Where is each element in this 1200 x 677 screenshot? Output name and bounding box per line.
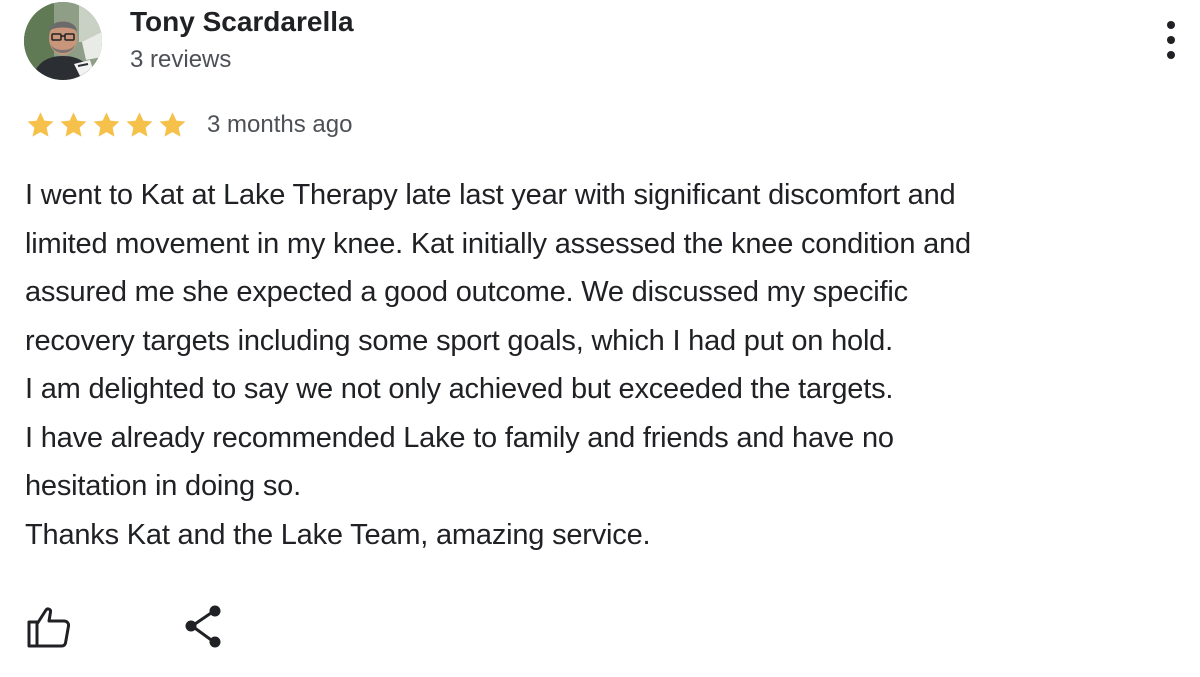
review-line: I have already recommended Lake to famil… (25, 421, 894, 454)
share-icon (185, 605, 221, 648)
review-date: 3 months ago (207, 111, 353, 138)
share-button[interactable] (180, 602, 230, 652)
rating-row: 3 months ago (24, 108, 352, 142)
review-line: I went to Kat at Lake Therapy late last … (25, 179, 956, 211)
review-line: hesitation in doing so. (25, 470, 301, 502)
review-line: I am delighted to say we not only achiev… (25, 373, 894, 405)
star-icon (27, 112, 54, 137)
reviewer-review-count[interactable]: 3 reviews (130, 45, 231, 75)
review-line: assured me she expected a good outcome. … (25, 276, 908, 308)
review-card: Tony Scardarella 3 reviews 3 months ago … (0, 0, 1200, 677)
more-vertical-icon (1167, 21, 1175, 59)
star-icon (126, 112, 153, 137)
profile-photo-icon (24, 2, 102, 80)
review-line: limited movement in my knee. Kat initial… (25, 227, 971, 260)
star-rating (24, 109, 189, 141)
review-text: I went to Kat at Lake Therapy late last … (25, 171, 1185, 559)
star-icon (93, 112, 120, 137)
thumbs-up-icon (27, 607, 71, 648)
star-icon (159, 112, 186, 137)
more-options-button[interactable] (1156, 16, 1186, 66)
like-button[interactable] (24, 602, 74, 652)
review-line: Thanks Kat and the Lake Team, amazing se… (25, 518, 651, 551)
avatar[interactable] (24, 2, 102, 80)
star-icon (60, 112, 87, 137)
review-line: recovery targets including some sport go… (25, 324, 893, 357)
reviewer-name[interactable]: Tony Scardarella (130, 4, 354, 40)
